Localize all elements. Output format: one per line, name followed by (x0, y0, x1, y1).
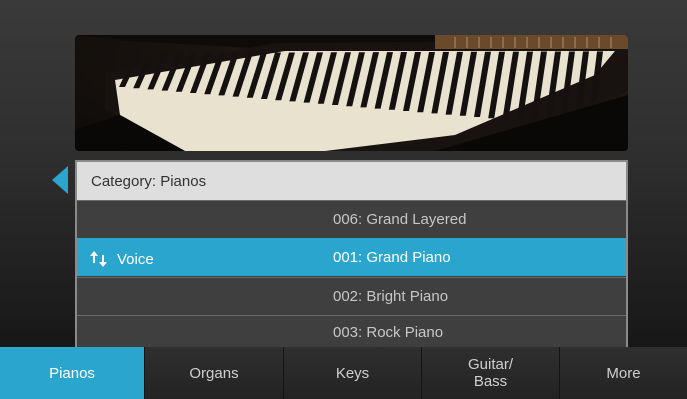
voice-param-label: Voice (117, 250, 154, 268)
tab-guitar-bass[interactable]: Guitar/ Bass (421, 347, 559, 399)
voice-list-item[interactable]: 006: Grand Layered (77, 200, 626, 238)
previous-category-arrow-icon[interactable] (52, 166, 68, 194)
tab-label: Organs (189, 364, 239, 382)
tab-organs[interactable]: Organs (144, 347, 283, 399)
piano-keyboard-image (75, 35, 628, 151)
category-header[interactable]: Category: Pianos (77, 160, 626, 200)
tab-label: Guitar/ Bass (467, 356, 513, 390)
voice-name: 002: Bright Piano (333, 288, 449, 305)
voice-list-item-selected[interactable]: Voice 001: Grand Piano (77, 238, 626, 276)
tab-label: Pianos (49, 364, 95, 382)
voice-name: 001: Grand Piano (333, 249, 451, 266)
up-down-arrows-icon (90, 251, 107, 267)
tab-pianos[interactable]: Pianos (0, 347, 144, 399)
voice-list-item[interactable]: 002: Bright Piano (77, 277, 626, 315)
voice-name: 003: Rock Piano (333, 324, 444, 341)
voice-name: 006: Grand Layered (333, 211, 467, 228)
category-tab-bar: Pianos Organs Keys Guitar/ Bass More (0, 347, 687, 399)
tab-more[interactable]: More (559, 347, 687, 399)
category-label: Category: Pianos (91, 173, 207, 190)
voice-param: Voice (89, 249, 154, 269)
tab-label: Keys (335, 364, 370, 382)
voice-list: Category: Pianos 006: Grand Layered Voic… (75, 160, 628, 348)
tab-label: More (606, 364, 641, 382)
piano-photo (75, 35, 628, 151)
voice-select-screen: Category: Pianos 006: Grand Layered Voic… (0, 0, 687, 399)
voice-list-item[interactable]: 003: Rock Piano (77, 315, 626, 348)
tab-keys[interactable]: Keys (283, 347, 421, 399)
